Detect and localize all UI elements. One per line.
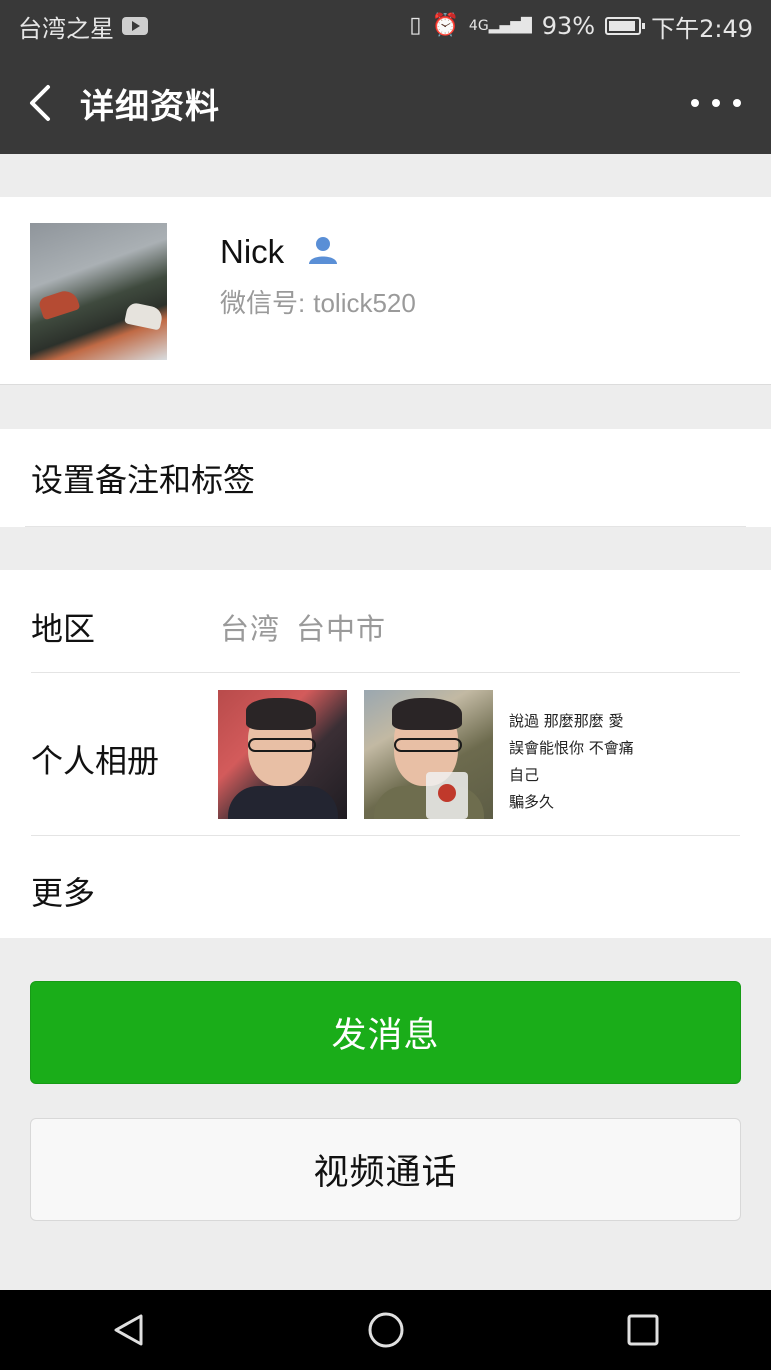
battery-icon [605,17,646,35]
vibrate-icon: ▯ [409,13,422,38]
triangle-back-icon [114,1314,142,1346]
profile-card: Nick 微信号: tolick520 [0,197,771,385]
system-home-button[interactable] [346,1290,426,1370]
more-row[interactable]: 更多 [0,836,771,938]
video-call-button[interactable]: 视频通话 [30,1118,741,1221]
more-options-button[interactable] [691,88,741,118]
album-photo[interactable] [364,690,493,819]
wechat-id-value: tolick520 [313,288,416,318]
text-post-line: 自己 [509,766,540,784]
album-label: 个人相册 [31,742,160,780]
contact-person-icon[interactable] [305,232,341,268]
alarm-icon: ⏰ [431,13,459,38]
text-post-line: 說過 那麼那麼 愛 [509,712,624,730]
page-title: 详细资料 [80,86,220,127]
network-type: 4G [468,18,489,34]
photo-hair [392,698,462,730]
album-photo[interactable] [218,690,347,819]
photo-hair [246,698,316,730]
wechat-id: 微信号: tolick520 [220,283,416,320]
more-label: 更多 [31,874,96,912]
text-post-line: 誤會能恨你 不會痛 [509,739,634,757]
avatar[interactable] [30,223,167,360]
clock: 下午2:49 [651,14,753,43]
back-button[interactable] [0,52,80,154]
more-dot-icon [712,99,720,107]
circle-home-icon [368,1312,403,1348]
back-arrow-icon [30,85,50,121]
send-message-button[interactable]: 发消息 [30,981,741,1084]
status-right: ▯ ⏰ 4G▂▄▆█ 93% 下午2:49 [409,9,753,44]
system-nav-bar [0,1290,771,1370]
photo-cup [426,772,468,819]
photo-shirt [228,786,338,819]
wechat-id-label: 微信号: [220,288,306,318]
carrier-name: 台湾之星 [18,14,114,43]
more-dot-icon [691,99,699,107]
battery-percent: 93% [541,12,596,40]
set-remark-label: 设置备注和标签 [31,461,256,499]
signal-icon: 4G▂▄▆█ [468,18,532,34]
nav-bar: 详细资料 [0,52,771,154]
system-back-button[interactable] [89,1290,169,1370]
album-text-post[interactable]: 說過 那麼那麼 愛 誤會能恨你 不會痛 自己 騙多久 [509,708,639,818]
status-bar: 台湾之星 ▯ ⏰ 4G▂▄▆█ 93% 下午2:49 [0,0,771,52]
text-post-line: 騙多久 [509,793,555,811]
youtube-notification-icon [122,17,148,35]
contact-name: Nick [220,233,285,270]
photo-glasses [394,738,462,752]
photo-glasses [248,738,316,752]
info-section: 地区 台湾 台中市 个人相册 說過 那麼那麼 愛 誤會能恨你 不會痛 自己 騙多久 [0,570,771,938]
square-recents-icon [627,1314,658,1346]
system-recents-button[interactable] [603,1290,683,1370]
personal-album-row[interactable]: 个人相册 說過 那麼那麼 愛 誤會能恨你 不會痛 自己 騙多久 [0,570,771,835]
more-dot-icon [733,99,741,107]
battery-fill [609,21,636,31]
status-left: 台湾之星 [18,9,148,44]
set-remark-and-tags-row[interactable]: 设置备注和标签 [0,429,771,527]
divider [25,526,746,527]
